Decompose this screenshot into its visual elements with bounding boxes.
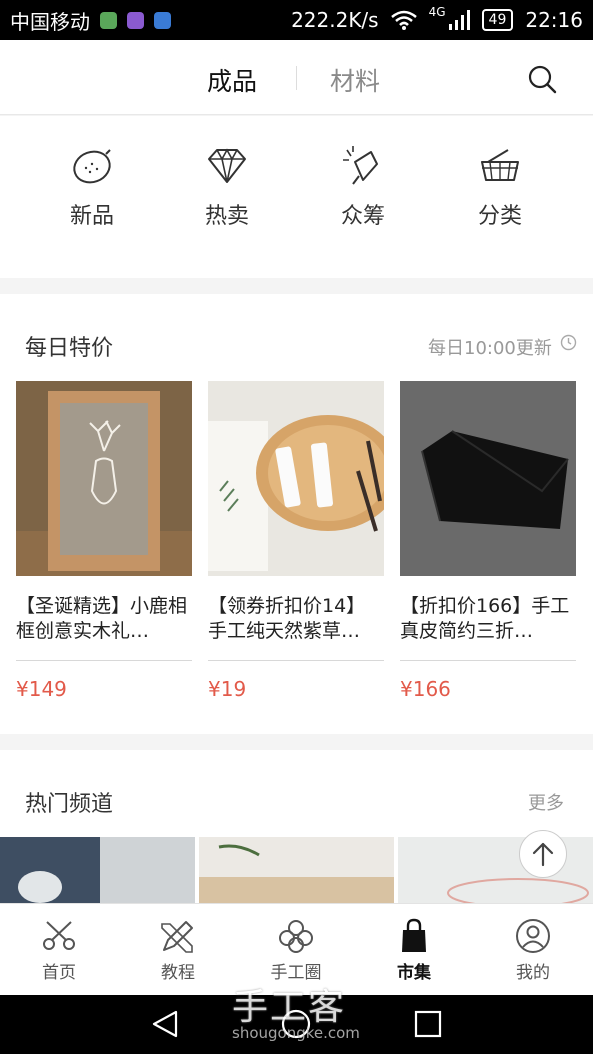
top-nav: 成品 材料 <box>0 40 593 115</box>
product-title: 【圣诞精选】小鹿相框创意实木礼… <box>16 595 188 642</box>
category-label: 热卖 <box>204 204 249 229</box>
pencil-ruler-icon <box>161 921 193 953</box>
clock: 22:16 <box>525 8 583 32</box>
diamond-icon <box>208 148 246 183</box>
recent-apps-icon[interactable] <box>414 1010 442 1038</box>
nav-profile[interactable]: 我的 <box>483 918 583 983</box>
app-notification-icon <box>100 11 117 29</box>
hot-channels-section: 热门频道 更多 <box>0 750 593 910</box>
back-to-top-button[interactable] <box>519 830 567 878</box>
category-hot[interactable]: 热卖 <box>167 146 287 230</box>
product-price: ¥19 <box>208 677 247 701</box>
product-image[interactable] <box>400 381 576 576</box>
carrier-name: 中国移动 <box>10 9 90 34</box>
celebration-icon <box>343 146 378 185</box>
lemon-icon <box>73 149 111 184</box>
shopping-bag-icon <box>402 918 426 952</box>
divider <box>400 660 576 661</box>
nav-label: 我的 <box>516 963 550 983</box>
battery-level: 49 <box>481 9 514 31</box>
section-title: 每日特价 <box>25 336 114 361</box>
product-price: ¥166 <box>400 677 451 701</box>
category-classify[interactable]: 分类 <box>440 146 560 230</box>
clock-icon <box>560 334 577 351</box>
status-bar: 中国移动 222.2K/s 4G 49 22:16 <box>0 0 593 40</box>
app-notification-icon <box>154 11 171 29</box>
product-title: 【领券折扣价14】手工纯天然紫草… <box>208 595 366 642</box>
divider <box>16 660 192 661</box>
product-card[interactable]: 【领券折扣价14】手工纯天然紫草… ¥19 <box>208 381 384 701</box>
flower-icon <box>279 920 313 953</box>
channel-thumbnail[interactable] <box>199 837 394 910</box>
nav-market[interactable]: 市集 <box>364 918 464 983</box>
arrow-up-icon <box>532 842 554 867</box>
divider <box>208 660 384 661</box>
nav-community[interactable]: 手工圈 <box>246 918 346 983</box>
category-row: 新品 热卖 众筹 分类 <box>0 116 593 278</box>
search-icon[interactable] <box>527 64 557 94</box>
update-time-note: 每日10:00更新 <box>428 338 552 359</box>
product-title: 【折扣价166】手工真皮简约三折… <box>400 595 570 642</box>
channel-thumbnail[interactable] <box>0 837 195 910</box>
nav-label: 教程 <box>161 963 195 983</box>
product-card[interactable]: 【折扣价166】手工真皮简约三折… ¥166 <box>400 381 576 701</box>
tab-finished-goods[interactable]: 成品 <box>207 62 257 98</box>
scissors-icon <box>43 921 75 950</box>
daily-deals-section: 每日特价 每日10:00更新 【圣诞精选】小鹿相框创意实木礼… ¥149 【领券… <box>0 294 593 734</box>
section-title: 热门频道 <box>25 792 114 817</box>
product-price: ¥149 <box>16 677 67 701</box>
tab-divider <box>296 66 297 90</box>
product-image[interactable] <box>16 381 192 576</box>
network-type: 4G <box>428 5 446 19</box>
product-card[interactable]: 【圣诞精选】小鹿相框创意实木礼… ¥149 <box>16 381 192 701</box>
watermark-url: shougongke.com <box>232 1024 360 1042</box>
tab-materials[interactable]: 材料 <box>330 62 380 98</box>
category-label: 新品 <box>69 204 114 229</box>
nav-home[interactable]: 首页 <box>9 918 109 983</box>
category-crowdfund[interactable]: 众筹 <box>303 146 423 230</box>
gallery-notification-icon <box>127 11 144 29</box>
category-new[interactable]: 新品 <box>32 146 152 230</box>
category-label: 众筹 <box>340 204 385 229</box>
nav-label: 市集 <box>397 963 431 983</box>
nav-tutorials[interactable]: 教程 <box>128 918 228 983</box>
back-icon[interactable] <box>150 1009 180 1039</box>
user-icon <box>516 919 550 953</box>
watermark: 手工客 <box>232 987 347 1028</box>
product-image[interactable] <box>208 381 384 576</box>
basket-icon <box>481 149 519 181</box>
wifi-icon <box>390 10 417 30</box>
category-label: 分类 <box>477 204 522 229</box>
signal-icon <box>448 10 470 30</box>
more-link[interactable]: 更多 <box>528 789 564 815</box>
network-speed: 222.2K/s <box>291 8 379 32</box>
nav-label: 首页 <box>42 963 76 983</box>
